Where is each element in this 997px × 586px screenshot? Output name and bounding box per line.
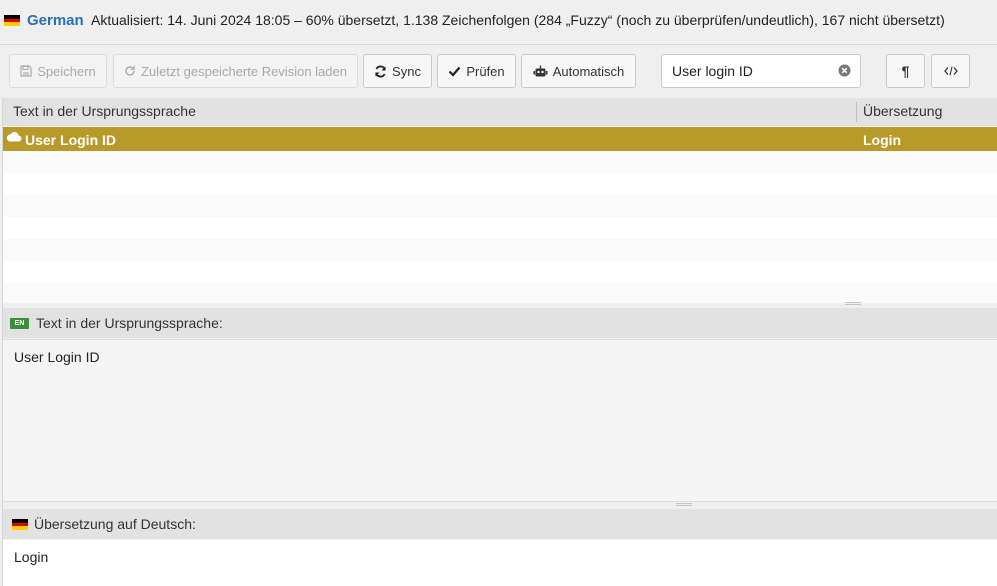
cloud-icon (6, 131, 22, 142)
translation-status-text: Aktualisiert: 14. Juni 2024 18:05 – 60% … (91, 12, 945, 28)
source-panel-header: EN Text in der Ursprungssprache: (3, 308, 997, 338)
resize-handle[interactable] (676, 503, 692, 506)
empty-row (3, 173, 997, 195)
sync-button-label: Sync (392, 63, 421, 79)
empty-row (3, 217, 997, 239)
row-source-text: User Login ID (25, 132, 117, 148)
save-button[interactable]: Speichern (9, 54, 107, 88)
translation-text: Login (14, 549, 49, 565)
show-invisibles-button[interactable]: ¶ (886, 54, 925, 88)
check-button[interactable]: Prüfen (437, 54, 516, 88)
empty-row (3, 239, 997, 261)
floppy-disk-icon (20, 65, 32, 77)
empty-row (3, 261, 997, 283)
column-divider[interactable] (856, 102, 857, 122)
save-button-label: Speichern (37, 63, 96, 79)
empty-row (3, 283, 997, 303)
german-flag-icon (12, 519, 28, 530)
refresh-icon (125, 66, 135, 76)
load-revision-label: Zuletzt gespeicherte Revision laden (141, 63, 347, 79)
search-input[interactable] (672, 55, 832, 87)
resize-handle[interactable] (845, 302, 861, 305)
status-header: German Aktualisiert: 14. Juni 2024 18:05… (0, 0, 997, 44)
empty-row (3, 195, 997, 217)
german-flag-icon (4, 15, 20, 26)
auto-translate-button[interactable]: Automatisch (521, 54, 636, 88)
robot-icon (533, 65, 548, 76)
search-box (661, 54, 861, 88)
table-row[interactable]: User Login ID Login (3, 127, 997, 151)
english-badge: EN (10, 318, 29, 329)
translation-editor[interactable]: Login (3, 540, 997, 586)
empty-row (3, 151, 997, 173)
editor-toolbar: Speichern Zuletzt gespeicherte Revision … (0, 44, 997, 99)
source-text: User Login ID (14, 349, 100, 365)
column-header-source[interactable]: Text in der Ursprungssprache (13, 103, 196, 119)
code-icon (943, 66, 958, 76)
string-list-header: Text in der Ursprungssprache Übersetzung (3, 98, 997, 126)
load-revision-button[interactable]: Zuletzt gespeicherte Revision laden (113, 54, 358, 88)
column-header-translation[interactable]: Übersetzung (863, 103, 942, 119)
row-translation-text: Login (863, 132, 902, 148)
pilcrow-icon: ¶ (901, 63, 910, 79)
code-view-button[interactable] (931, 54, 970, 88)
language-link[interactable]: German (27, 12, 84, 29)
string-list: User Login ID Login (3, 127, 997, 303)
sync-icon (375, 65, 386, 77)
source-text-panel: User Login ID (3, 339, 997, 502)
auto-translate-label: Automatisch (552, 63, 625, 79)
check-button-label: Prüfen (466, 63, 505, 79)
checkmark-icon (449, 66, 461, 77)
translation-panel-header: Übersetzung auf Deutsch: (3, 509, 997, 539)
clear-search-icon[interactable] (838, 64, 851, 77)
sync-button[interactable]: Sync (363, 54, 432, 88)
source-panel-title: Text in der Ursprungssprache: (36, 315, 223, 331)
translation-panel-title: Übersetzung auf Deutsch: (34, 516, 196, 532)
